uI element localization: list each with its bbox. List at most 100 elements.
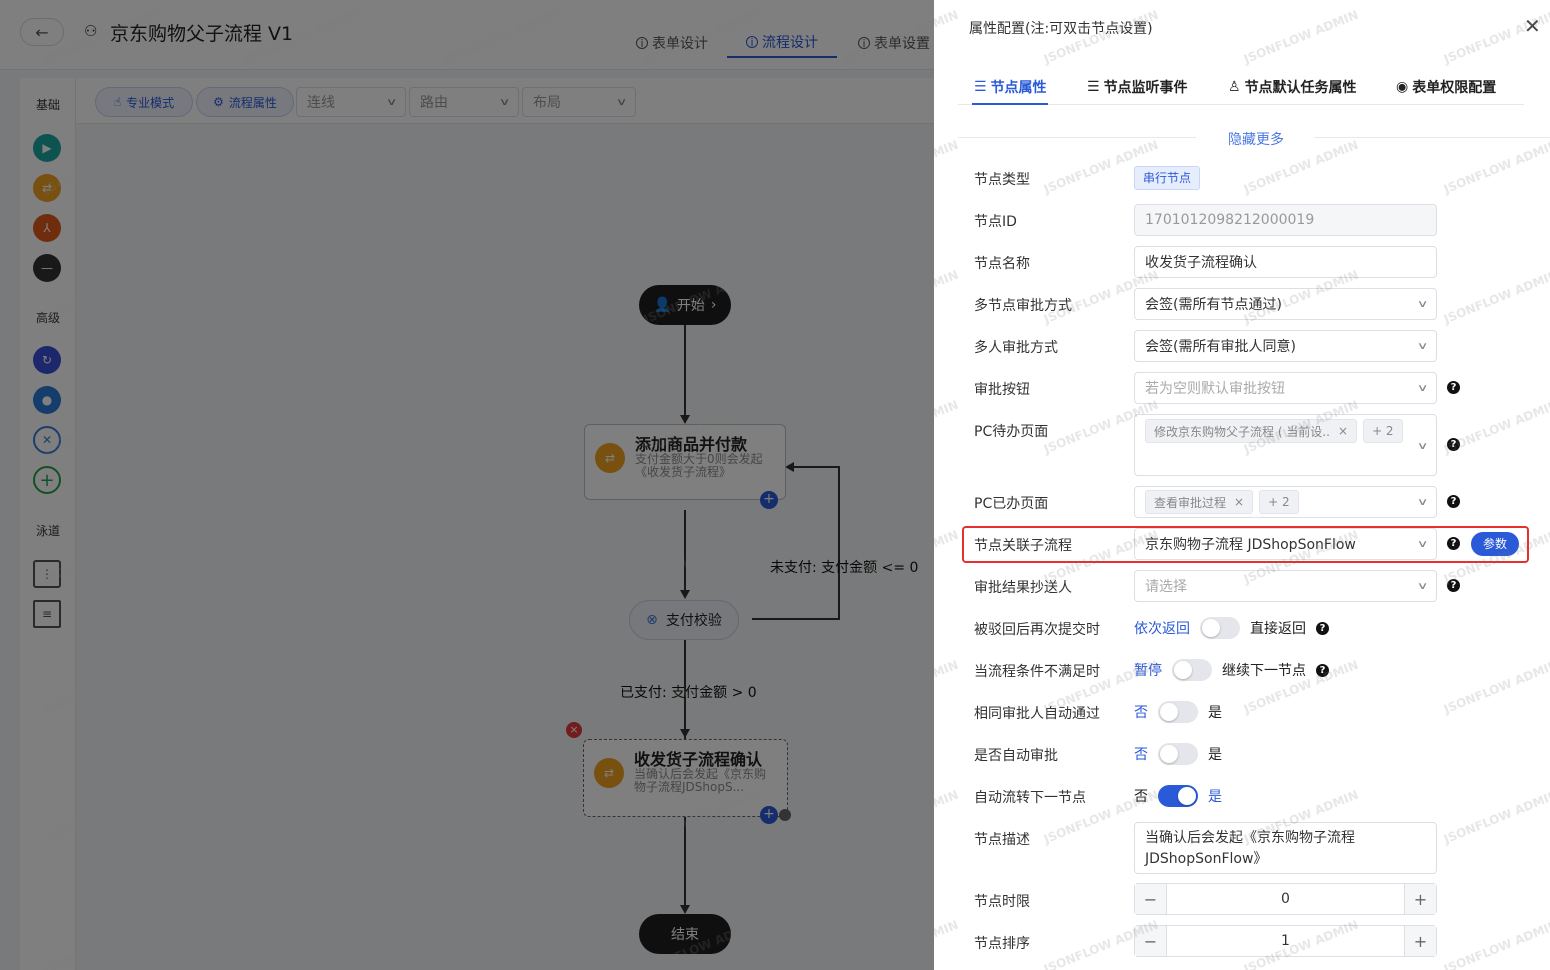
field-label: 节点关联子流程 <box>974 538 1072 554</box>
switch-right-label: 继续下一节点 <box>1222 663 1306 679</box>
multi-user-approval-select[interactable]: 会签(需所有审批人同意) ∨ <box>1134 330 1437 362</box>
decrement-button[interactable]: − <box>1135 884 1167 914</box>
drawer-title: 属性配置(注:可双击节点设置) <box>969 21 1153 37</box>
field-label: 审批结果抄送人 <box>974 580 1072 596</box>
chevron-down-icon: ∨ <box>1416 441 1429 452</box>
node-order-stepper[interactable]: − 1 + <box>1134 925 1437 957</box>
help-icon[interactable]: ? <box>1447 537 1460 550</box>
input-value: 1701012098212000019 <box>1145 212 1315 228</box>
field-label: 审批按钮 <box>974 382 1030 398</box>
select-placeholder: 若为空则默认审批按钮 <box>1145 381 1285 397</box>
more-tags-count: + 2 <box>1363 419 1403 443</box>
switch-left-label: 暂停 <box>1134 663 1162 679</box>
increment-button[interactable]: + <box>1404 884 1436 914</box>
cc-select[interactable]: 请选择 ∨ <box>1134 570 1437 602</box>
field-label: 节点描述 <box>974 832 1030 848</box>
help-icon[interactable]: ? <box>1447 579 1460 592</box>
chevron-down-icon: ∨ <box>1416 538 1429 550</box>
auto-approve-switch-row: 否 是 <box>1134 743 1222 765</box>
switch-left-label: 否 <box>1134 705 1148 721</box>
increment-button[interactable]: + <box>1404 926 1436 956</box>
field-label: 多节点审批方式 <box>974 298 1072 314</box>
selected-tag: 查看审批过程 × <box>1145 490 1254 514</box>
field-label: 相同审批人自动通过 <box>974 706 1100 722</box>
chevron-down-icon: ∨ <box>1416 580 1429 592</box>
field-label: 节点排序 <box>974 936 1030 952</box>
sliders-icon: ☰ <box>1087 79 1100 95</box>
select-placeholder: 请选择 <box>1145 579 1187 595</box>
user-icon: ♙ <box>1228 79 1241 95</box>
condition-switch[interactable] <box>1172 659 1212 681</box>
field-label: 是否自动审批 <box>974 748 1058 764</box>
chevron-down-icon: ∨ <box>1416 382 1429 394</box>
select-value: 京东购物子流程 JDShopSonFlow <box>1145 537 1356 553</box>
auto-next-switch-row: 否 是 <box>1134 785 1222 807</box>
more-tags-count: + 2 <box>1259 490 1299 514</box>
tab-node-props[interactable]: ☰ 节点属性 <box>974 77 1047 97</box>
eye-icon: ◉ <box>1396 79 1409 95</box>
decrement-button[interactable]: − <box>1135 926 1167 956</box>
flow-designer: ← ⚇ 京东购物父子流程 V1 i表单设计 i流程设计 i表单设置 基础 ▶ ⇄… <box>0 0 934 970</box>
input-value: 收发货子流程确认 <box>1145 255 1257 271</box>
switch-left-label: 否 <box>1134 747 1148 763</box>
tag-label: 查看审批过程 <box>1154 495 1227 510</box>
stepper-value[interactable]: 0 <box>1167 884 1404 914</box>
divider <box>958 137 1196 138</box>
close-icon[interactable]: ✕ <box>1524 16 1541 36</box>
help-icon[interactable]: ? <box>1447 381 1460 394</box>
node-type-badge: 串行节点 <box>1134 166 1201 190</box>
modal-overlay[interactable] <box>0 0 934 970</box>
chevron-down-icon: ∨ <box>1416 496 1429 508</box>
reject-switch-row: 依次返回 直接返回 ? <box>1134 617 1329 639</box>
reject-return-switch[interactable] <box>1200 617 1240 639</box>
tab-label: 节点默认任务属性 <box>1244 80 1357 96</box>
field-label: 节点时限 <box>974 894 1030 910</box>
tab-label: 节点属性 <box>990 80 1047 96</box>
stepper-value[interactable]: 1 <box>1167 926 1404 956</box>
select-value: 会签(需所有节点通过) <box>1145 297 1282 313</box>
help-icon[interactable]: ? <box>1316 663 1329 677</box>
subflow-select[interactable]: 京东购物子流程 JDShopSonFlow ∨ <box>1134 528 1437 560</box>
pc-todo-select[interactable]: 修改京东购物父子流程 ( 当前设... × + 2 ∨ <box>1134 414 1437 476</box>
chevron-down-icon: ∨ <box>1416 340 1429 352</box>
pc-done-select[interactable]: 查看审批过程 × + 2 ∨ <box>1134 486 1437 518</box>
property-drawer: 属性配置(注:可双击节点设置) ✕ ☰ 节点属性 ☰ 节点监听事件 ♙ 节点默认任务属… <box>934 0 1550 970</box>
tag-label: 修改京东购物父子流程 ( 当前设... <box>1154 424 1330 439</box>
divider <box>1314 137 1550 138</box>
tag-close-icon[interactable]: × <box>1338 424 1348 438</box>
field-label: 多人审批方式 <box>974 340 1058 356</box>
multi-node-approval-select[interactable]: 会签(需所有节点通过) ∨ <box>1134 288 1437 320</box>
switch-right-label: 是 <box>1208 705 1222 721</box>
switch-right-label: 是 <box>1208 747 1222 763</box>
help-icon[interactable]: ? <box>1447 438 1460 451</box>
field-label: 节点ID <box>974 214 1017 230</box>
switch-right-label: 是 <box>1208 789 1222 805</box>
hide-more-link[interactable]: 隐藏更多 <box>1228 129 1284 149</box>
field-label: 自动流转下一节点 <box>974 790 1086 806</box>
help-icon[interactable]: ? <box>1447 495 1460 508</box>
approve-buttons-select[interactable]: 若为空则默认审批按钮 ∨ <box>1134 372 1437 404</box>
field-label: 被驳回后再次提交时 <box>974 622 1100 638</box>
node-description-textarea[interactable]: 当确认后会发起《京东购物子流程JDShopSonFlow》 <box>1134 822 1437 874</box>
auto-approve-switch[interactable] <box>1158 743 1198 765</box>
same-approver-switch[interactable] <box>1158 701 1198 723</box>
tab-label: 节点监听事件 <box>1103 80 1188 96</box>
param-button[interactable]: 参数 <box>1471 532 1519 556</box>
tab-form-permissions[interactable]: ◉ 表单权限配置 <box>1396 77 1496 97</box>
node-name-input[interactable]: 收发货子流程确认 <box>1134 246 1437 278</box>
sliders-icon: ☰ <box>974 79 987 95</box>
chevron-down-icon: ∨ <box>1416 298 1429 310</box>
condition-switch-row: 暂停 继续下一节点 ? <box>1134 659 1329 681</box>
active-tab-indicator <box>972 103 1048 105</box>
field-label: 当流程条件不满足时 <box>974 664 1100 680</box>
auto-next-switch[interactable] <box>1158 785 1198 807</box>
tab-default-task-props[interactable]: ♙ 节点默认任务属性 <box>1228 77 1357 97</box>
tab-node-listeners[interactable]: ☰ 节点监听事件 <box>1087 77 1188 97</box>
tab-label: 表单权限配置 <box>1412 80 1497 96</box>
same-approver-switch-row: 否 是 <box>1134 701 1222 723</box>
node-id-input: 1701012098212000019 <box>1134 204 1437 236</box>
help-icon[interactable]: ? <box>1316 621 1329 635</box>
tag-close-icon[interactable]: × <box>1234 495 1244 509</box>
time-limit-stepper[interactable]: − 0 + <box>1134 883 1437 915</box>
field-label: PC已办页面 <box>974 496 1049 512</box>
